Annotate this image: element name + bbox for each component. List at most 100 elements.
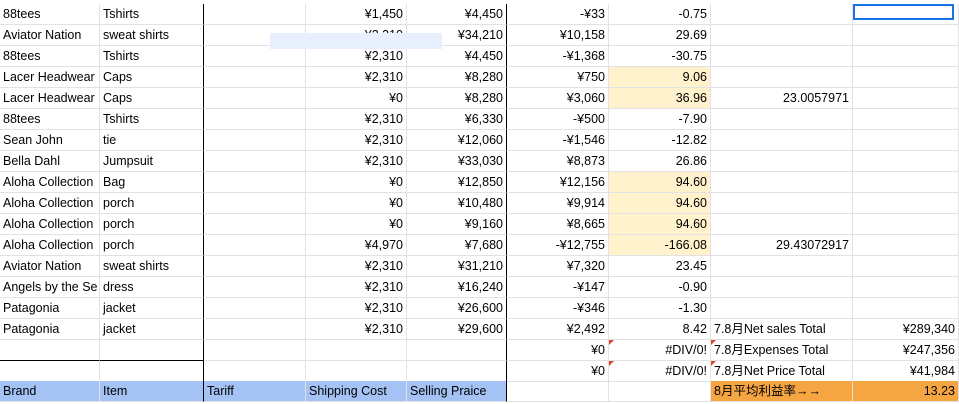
tariff-cell[interactable] bbox=[204, 109, 306, 130]
selling-price-cell[interactable]: ¥6,330 bbox=[407, 109, 507, 130]
total-cell[interactable] bbox=[853, 298, 959, 319]
summary-value[interactable]: 13.23 bbox=[853, 381, 959, 402]
total-cell[interactable] bbox=[853, 67, 959, 88]
note-cell[interactable]: 7.8月Expenses Total bbox=[711, 340, 853, 361]
profit-cell[interactable]: -¥147 bbox=[507, 277, 609, 298]
selling-price-cell[interactable]: ¥4,450 bbox=[407, 46, 507, 67]
shipping-cost-cell[interactable]: ¥0 bbox=[306, 172, 407, 193]
brand-cell[interactable]: Aviator Nation bbox=[0, 256, 100, 277]
tariff-cell[interactable] bbox=[204, 172, 306, 193]
selected-cell[interactable] bbox=[853, 4, 954, 20]
tariff-cell[interactable] bbox=[204, 88, 306, 109]
header-item[interactable]: Item bbox=[100, 381, 204, 402]
margin-cell[interactable]: #DIV/0! bbox=[609, 340, 711, 361]
item-cell[interactable]: Caps bbox=[100, 67, 204, 88]
item-cell[interactable]: Jumpsuit bbox=[100, 151, 204, 172]
total-cell[interactable] bbox=[853, 46, 959, 67]
item-cell[interactable]: sweat shirts bbox=[100, 256, 204, 277]
total-cell[interactable] bbox=[853, 214, 959, 235]
item-cell[interactable]: sweat shirts bbox=[100, 25, 204, 46]
item-cell[interactable]: Caps bbox=[100, 88, 204, 109]
brand-cell[interactable] bbox=[0, 361, 100, 382]
note-cell[interactable] bbox=[711, 277, 853, 298]
profit-cell[interactable]: ¥7,320 bbox=[507, 256, 609, 277]
item-cell[interactable]: Tshirts bbox=[100, 109, 204, 130]
note-cell[interactable] bbox=[711, 109, 853, 130]
note-cell[interactable] bbox=[711, 46, 853, 67]
tariff-cell[interactable] bbox=[204, 361, 306, 382]
profit-cell[interactable]: -¥12,755 bbox=[507, 235, 609, 256]
shipping-cost-cell[interactable]: ¥2,310 bbox=[306, 109, 407, 130]
margin-cell[interactable]: -0.90 bbox=[609, 277, 711, 298]
margin-cell[interactable]: -12.82 bbox=[609, 130, 711, 151]
tariff-cell[interactable] bbox=[204, 193, 306, 214]
total-cell[interactable] bbox=[853, 109, 959, 130]
selling-price-cell[interactable] bbox=[407, 361, 507, 382]
shipping-cost-cell[interactable]: ¥2,310 bbox=[306, 256, 407, 277]
profit-cell[interactable]: -¥500 bbox=[507, 109, 609, 130]
profit-cell[interactable]: -¥1,546 bbox=[507, 130, 609, 151]
note-cell[interactable] bbox=[711, 256, 853, 277]
profit-cell[interactable]: -¥1,368 bbox=[507, 46, 609, 67]
selling-price-cell[interactable]: ¥26,600 bbox=[407, 298, 507, 319]
note-cell[interactable] bbox=[711, 298, 853, 319]
total-cell[interactable]: ¥289,340 bbox=[853, 319, 959, 340]
brand-cell[interactable]: Aloha Collection bbox=[0, 172, 100, 193]
item-cell[interactable]: dress bbox=[100, 277, 204, 298]
total-cell[interactable] bbox=[853, 25, 959, 46]
total-cell[interactable]: ¥41,984 bbox=[853, 361, 959, 382]
shipping-cost-cell[interactable]: ¥1,450 bbox=[306, 4, 407, 25]
selling-price-cell[interactable]: ¥7,680 bbox=[407, 235, 507, 256]
brand-cell[interactable]: Lacer Headwear bbox=[0, 67, 100, 88]
note-cell[interactable] bbox=[711, 172, 853, 193]
tariff-cell[interactable] bbox=[204, 319, 306, 340]
selling-price-cell[interactable]: ¥8,280 bbox=[407, 67, 507, 88]
note-cell[interactable] bbox=[711, 151, 853, 172]
profit-cell[interactable]: ¥8,665 bbox=[507, 214, 609, 235]
profit-cell[interactable]: -¥346 bbox=[507, 298, 609, 319]
shipping-cost-cell[interactable]: ¥2,310 bbox=[306, 277, 407, 298]
item-cell[interactable]: Tshirts bbox=[100, 4, 204, 25]
brand-cell[interactable]: Aloha Collection bbox=[0, 235, 100, 256]
total-cell[interactable] bbox=[853, 193, 959, 214]
item-cell[interactable] bbox=[100, 361, 204, 382]
header-brand[interactable]: Brand bbox=[0, 381, 100, 402]
shipping-cost-cell[interactable] bbox=[306, 340, 407, 361]
profit-cell[interactable]: ¥8,873 bbox=[507, 151, 609, 172]
total-cell[interactable] bbox=[853, 172, 959, 193]
selling-price-cell[interactable]: ¥33,030 bbox=[407, 151, 507, 172]
tariff-cell[interactable] bbox=[204, 277, 306, 298]
selling-price-cell[interactable]: ¥29,600 bbox=[407, 319, 507, 340]
item-cell[interactable]: tie bbox=[100, 130, 204, 151]
margin-cell[interactable]: 94.60 bbox=[609, 193, 711, 214]
brand-cell[interactable]: Angels by the Se bbox=[0, 277, 100, 298]
shipping-cost-cell[interactable]: ¥0 bbox=[306, 88, 407, 109]
profit-cell[interactable]: ¥2,492 bbox=[507, 319, 609, 340]
tariff-cell[interactable] bbox=[204, 4, 306, 25]
item-cell[interactable]: porch bbox=[100, 214, 204, 235]
note-cell[interactable]: 7.8月Net sales Total bbox=[711, 319, 853, 340]
selling-price-cell[interactable]: ¥4,450 bbox=[407, 4, 507, 25]
shipping-cost-cell[interactable]: ¥0 bbox=[306, 193, 407, 214]
margin-cell[interactable]: -7.90 bbox=[609, 109, 711, 130]
margin-cell[interactable]: -1.30 bbox=[609, 298, 711, 319]
shipping-cost-cell[interactable] bbox=[306, 361, 407, 382]
margin-cell[interactable]: 26.86 bbox=[609, 151, 711, 172]
margin-cell[interactable]: 94.60 bbox=[609, 172, 711, 193]
item-cell[interactable]: porch bbox=[100, 193, 204, 214]
margin-cell[interactable]: 29.69 bbox=[609, 25, 711, 46]
item-cell[interactable]: jacket bbox=[100, 319, 204, 340]
shipping-cost-cell[interactable]: ¥2,310 bbox=[306, 151, 407, 172]
item-cell[interactable] bbox=[100, 340, 204, 361]
note-cell[interactable]: 23.0057971 bbox=[711, 88, 853, 109]
profit-cell[interactable]: -¥33 bbox=[507, 4, 609, 25]
selling-price-cell[interactable] bbox=[407, 340, 507, 361]
note-cell[interactable] bbox=[711, 25, 853, 46]
item-cell[interactable]: Bag bbox=[100, 172, 204, 193]
header-tariff[interactable]: Tariff bbox=[204, 381, 306, 402]
margin-cell[interactable]: #DIV/0! bbox=[609, 361, 711, 382]
margin-cell[interactable]: -166.08 bbox=[609, 235, 711, 256]
shipping-cost-cell[interactable]: ¥0 bbox=[306, 214, 407, 235]
brand-cell[interactable]: Patagonia bbox=[0, 319, 100, 340]
item-cell[interactable]: Tshirts bbox=[100, 46, 204, 67]
